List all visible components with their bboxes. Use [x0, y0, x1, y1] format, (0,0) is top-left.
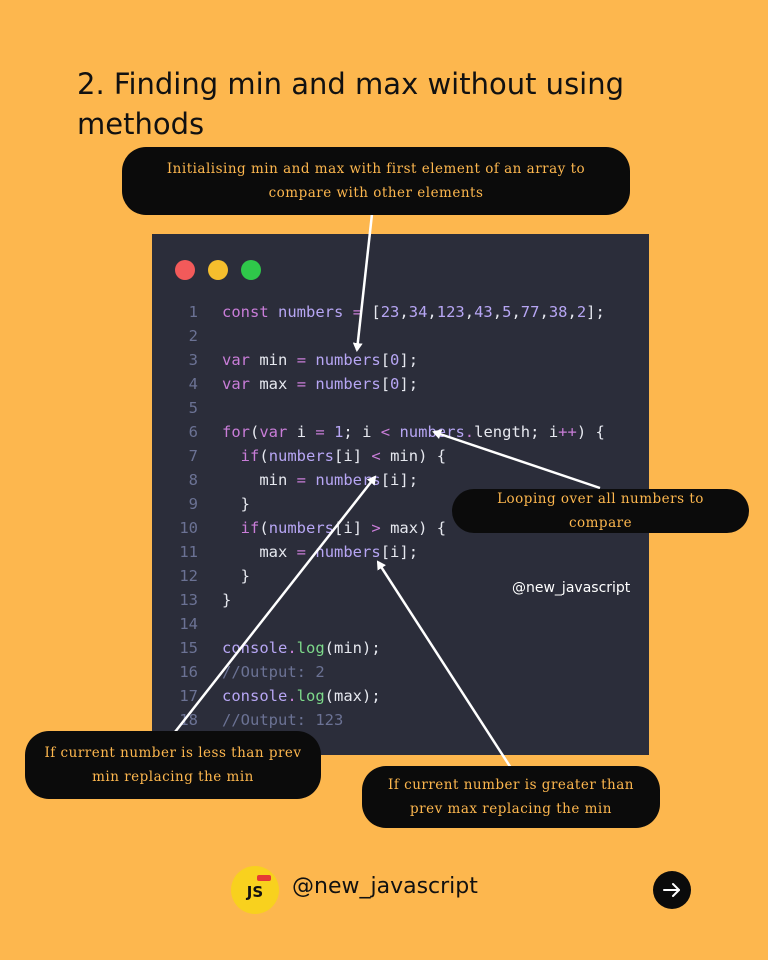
page-title: 2. Finding min and max without using met…: [77, 64, 697, 144]
code-line: 6 for(var i = 1; i < numbers.length; i++)…: [152, 420, 649, 444]
line-number: 4: [188, 375, 198, 393]
code-text: max = numbers[i];: [259, 543, 419, 561]
line-number: 1: [188, 303, 198, 321]
code-text: const numbers = [23,34,123,43,5,77,38,2]…: [222, 303, 605, 321]
line-number: 14: [179, 615, 198, 633]
callout-less-line-2: min replacing the min: [92, 769, 254, 785]
line-number: 2: [188, 327, 198, 345]
logo-text: JS: [246, 883, 264, 901]
code-line: 17 console.log(max);: [152, 684, 649, 708]
code-line: 7 if(numbers[i] < min) {: [152, 444, 649, 468]
callout-loop-line-1: Looping over all numbers to compare: [497, 491, 704, 531]
window-controls: [175, 260, 261, 280]
line-number: 5: [188, 399, 198, 417]
line-number: 9: [188, 495, 198, 513]
js-logo-icon: JS: [231, 866, 279, 914]
code-line: 5: [152, 396, 649, 420]
line-number: 18: [179, 711, 198, 729]
line-number: 12: [179, 567, 198, 585]
callout-init-line-1: Initialising min and max with first elem…: [166, 161, 586, 177]
logo-badge-icon: [257, 875, 271, 881]
callout-greater-line-1: If current number is greater than: [388, 777, 634, 793]
code-watermark: @new_javascript: [512, 580, 631, 596]
callout-init-line-2: compare with other elements: [268, 185, 484, 201]
line-number: 6: [188, 423, 198, 441]
code-text: }: [222, 591, 232, 609]
code-text: //Output: 2: [222, 663, 325, 681]
page-title-line-2: methods: [77, 107, 205, 141]
code-line: 16 //Output: 2: [152, 660, 649, 684]
code-line: 15 console.log(min);: [152, 636, 649, 660]
code-text: //Output: 123: [222, 711, 344, 729]
callout-loop: Looping over all numbers to compare: [452, 489, 749, 533]
next-button[interactable]: [653, 871, 691, 909]
callout-greater-line-2: prev max replacing the min: [410, 801, 612, 817]
line-number: 13: [179, 591, 198, 609]
callout-less: If current number is less than prev min …: [25, 731, 321, 799]
code-text: }: [240, 495, 251, 513]
footer-handle: @new_javascript: [292, 874, 478, 899]
code-text: if(numbers[i] < min) {: [240, 447, 447, 465]
maximize-dot-icon: [241, 260, 261, 280]
code-line: 2: [152, 324, 649, 348]
code-line: 1 const numbers = [23,34,123,43,5,77,38,2…: [152, 300, 649, 324]
callout-less-line-1: If current number is less than prev: [44, 745, 302, 761]
line-number: 17: [179, 687, 198, 705]
line-number: 11: [179, 543, 198, 561]
code-text: console.log(min);: [222, 639, 381, 657]
callout-greater: If current number is greater than prev m…: [362, 766, 660, 828]
code-line: 3 var min = numbers[0];: [152, 348, 649, 372]
code-text: console.log(max);: [222, 687, 381, 705]
page-title-line-1: 2. Finding min and max without using: [77, 67, 625, 101]
code-line: 14: [152, 612, 649, 636]
line-number: 15: [179, 639, 198, 657]
minimize-dot-icon: [208, 260, 228, 280]
code-text: min = numbers[i];: [259, 471, 419, 489]
line-number: 16: [179, 663, 198, 681]
code-text: for(var i = 1; i < numbers.length; i++) …: [222, 423, 605, 441]
arrow-right-icon: [663, 883, 680, 897]
code-line: 4 var max = numbers[0];: [152, 372, 649, 396]
code-text: var min = numbers[0];: [222, 351, 419, 369]
callout-init: Initialising min and max with first elem…: [122, 147, 630, 215]
code-text: var max = numbers[0];: [222, 375, 419, 393]
line-number: 10: [179, 519, 198, 537]
code-text: }: [240, 567, 251, 585]
line-number: 8: [188, 471, 198, 489]
line-number: 7: [188, 447, 198, 465]
code-text: if(numbers[i] > max) {: [240, 519, 447, 537]
line-number: 3: [188, 351, 198, 369]
close-dot-icon: [175, 260, 195, 280]
code-line: 18 //Output: 123: [152, 708, 649, 732]
code-line: 11 max = numbers[i];: [152, 540, 649, 564]
